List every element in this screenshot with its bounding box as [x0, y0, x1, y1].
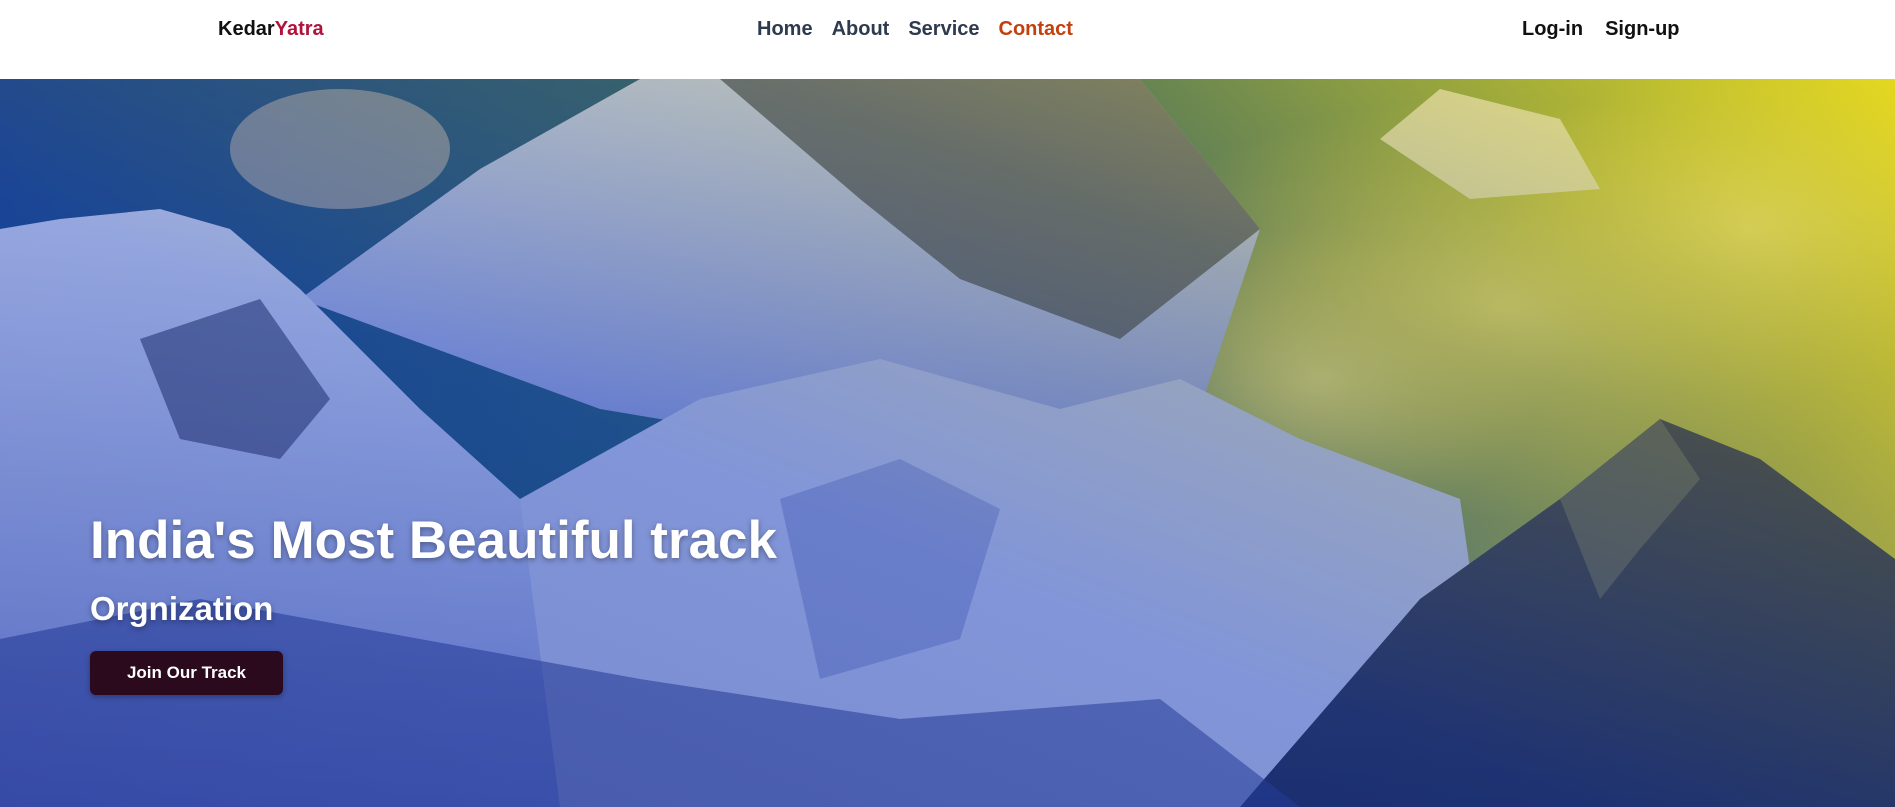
join-track-button[interactable]: Join Our Track: [90, 651, 283, 695]
navbar: KedarYatra Home About Service Contact Lo…: [0, 0, 1895, 79]
brand-name-part2: Yatra: [274, 18, 324, 40]
brand-name-part1: Kedar: [218, 18, 275, 40]
nav-contact-link[interactable]: Contact: [999, 16, 1073, 42]
brand-logo[interactable]: KedarYatra: [218, 16, 324, 42]
nav-service-link[interactable]: Service: [908, 16, 979, 42]
nav-home-link[interactable]: Home: [757, 16, 813, 42]
hero-background-image: [0, 79, 1895, 807]
nav-about-link[interactable]: About: [832, 16, 890, 42]
auth-links: Log-in Sign-up: [1522, 16, 1680, 42]
signup-link[interactable]: Sign-up: [1605, 16, 1679, 42]
hero-section: India's Most Beautiful track Orgnization…: [0, 79, 1895, 807]
hero-subtitle: Orgnization: [90, 590, 274, 627]
hero-title: India's Most Beautiful track: [90, 511, 778, 570]
nav-links: Home About Service Contact: [757, 16, 1073, 42]
login-link[interactable]: Log-in: [1522, 16, 1583, 42]
